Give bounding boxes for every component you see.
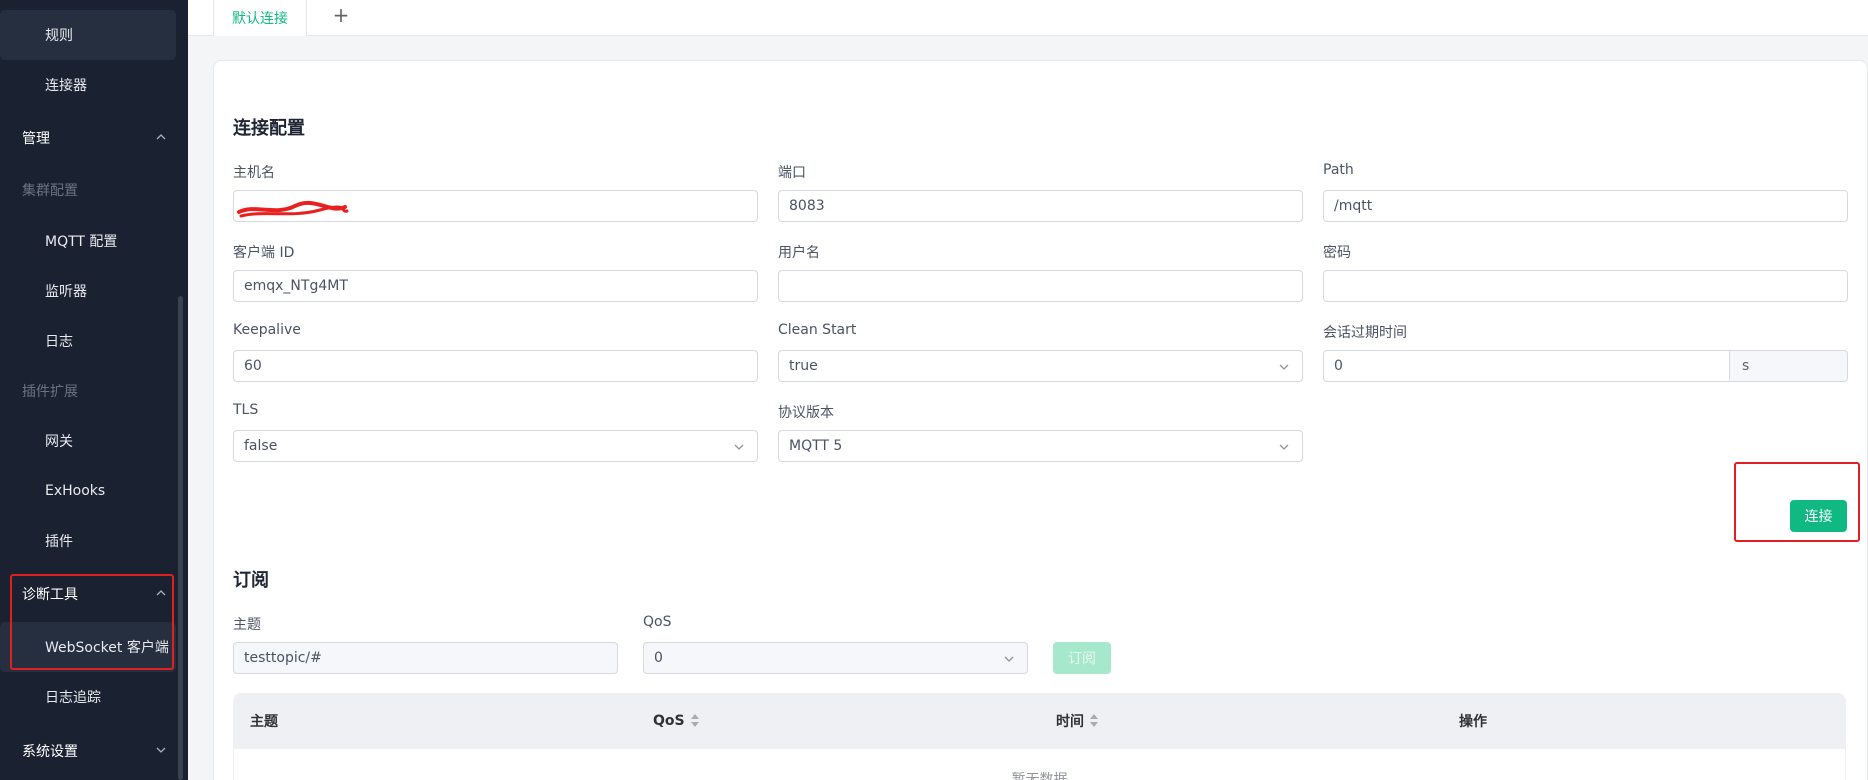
sidebar-category-cluster: 集群配置 [22, 183, 78, 199]
protocol-version-label: 协议版本 [778, 405, 834, 421]
chevron-down-icon [1279, 444, 1289, 450]
qos-label: QoS [643, 614, 672, 630]
keepalive-input[interactable]: 60 [233, 350, 758, 382]
username-input[interactable] [778, 270, 1303, 302]
sidebar-item-websocket-client[interactable]: WebSocket 客户端 [0, 622, 176, 672]
topic-input[interactable]: testtopic/# [233, 642, 618, 674]
tls-select[interactable]: false [233, 430, 758, 462]
connect-button[interactable]: 连接 [1790, 500, 1847, 532]
chevron-up-icon [156, 134, 166, 140]
sidebar-item-log-trace[interactable]: 日志追踪 [0, 672, 178, 722]
subscriptions-table-body: 暂无数据 [233, 749, 1846, 780]
sidebar-scrollbar[interactable] [178, 296, 183, 780]
chevron-up-icon [156, 590, 166, 596]
tls-label: TLS [233, 402, 259, 418]
protocol-version-select[interactable]: MQTT 5 [778, 430, 1303, 462]
password-input[interactable] [1323, 270, 1848, 302]
port-label: 端口 [778, 165, 806, 181]
column-header-qos[interactable]: QoS [653, 693, 699, 749]
host-input[interactable] [233, 190, 758, 222]
tab-default-connection[interactable]: 默认连接 [213, 0, 307, 36]
keepalive-label: Keepalive [233, 322, 301, 338]
sidebar-group-diagnostics[interactable]: 诊断工具 [0, 569, 178, 619]
subscriptions-table-header: 主题 QoS 时间 操作 [233, 693, 1846, 749]
sidebar-item-exhooks[interactable]: ExHooks [0, 466, 178, 516]
sort-icon[interactable] [690, 714, 699, 728]
subscription-title: 订阅 [233, 570, 269, 591]
password-label: 密码 [1323, 245, 1351, 261]
host-label: 主机名 [233, 165, 275, 181]
session-expiry-input[interactable]: 0 [1323, 350, 1730, 382]
client-id-label: 客户端 ID [233, 245, 295, 261]
session-expiry-unit: s [1730, 350, 1848, 382]
connection-config-title: 连接配置 [233, 118, 305, 139]
sidebar-group-management[interactable]: 管理 [0, 113, 178, 163]
empty-text: 暂无数据 [1011, 772, 1068, 780]
sidebar-item-mqtt-config[interactable]: MQTT 配置 [0, 216, 178, 266]
sidebar-item-rules[interactable]: 规则 [0, 10, 176, 60]
chevron-down-icon [734, 444, 744, 450]
qos-select[interactable]: 0 [643, 642, 1028, 674]
tab-bar: 默认连接 + [188, 0, 1868, 36]
sidebar-group-system-settings[interactable]: 系统设置 [0, 726, 178, 776]
sidebar-item-connectors[interactable]: 连接器 [0, 60, 178, 110]
column-header-topic: 主题 [250, 714, 278, 730]
username-label: 用户名 [778, 245, 820, 261]
sidebar-item-gateway[interactable]: 网关 [0, 416, 178, 466]
sidebar: 规则 连接器 管理 集群配置 MQTT 配置 监听器 日志 插件扩展 网关 Ex… [0, 0, 188, 780]
path-label: Path [1323, 162, 1354, 178]
column-header-time[interactable]: 时间 [1056, 693, 1098, 749]
column-header-actions: 操作 [1459, 714, 1487, 730]
client-id-input[interactable]: emqx_NTg4MT [233, 270, 758, 302]
clean-start-select[interactable]: true [778, 350, 1303, 382]
path-input[interactable]: /mqtt [1323, 190, 1848, 222]
sidebar-item-logs[interactable]: 日志 [0, 316, 178, 366]
chevron-down-icon [1279, 364, 1289, 370]
clean-start-label: Clean Start [778, 322, 857, 338]
port-input[interactable]: 8083 [778, 190, 1303, 222]
chevron-down-icon [156, 747, 166, 753]
chevron-down-icon [1004, 656, 1014, 662]
subscribe-button[interactable]: 订阅 [1053, 642, 1111, 674]
plus-icon: + [332, 3, 350, 27]
sidebar-category-plugins: 插件扩展 [22, 384, 78, 400]
session-expiry-label: 会话过期时间 [1323, 325, 1407, 341]
topic-label: 主题 [233, 617, 261, 633]
sidebar-item-listeners[interactable]: 监听器 [0, 266, 178, 316]
sidebar-item-plugins[interactable]: 插件 [0, 516, 178, 566]
add-tab-button[interactable]: + [326, 0, 356, 30]
sort-icon[interactable] [1090, 714, 1098, 728]
